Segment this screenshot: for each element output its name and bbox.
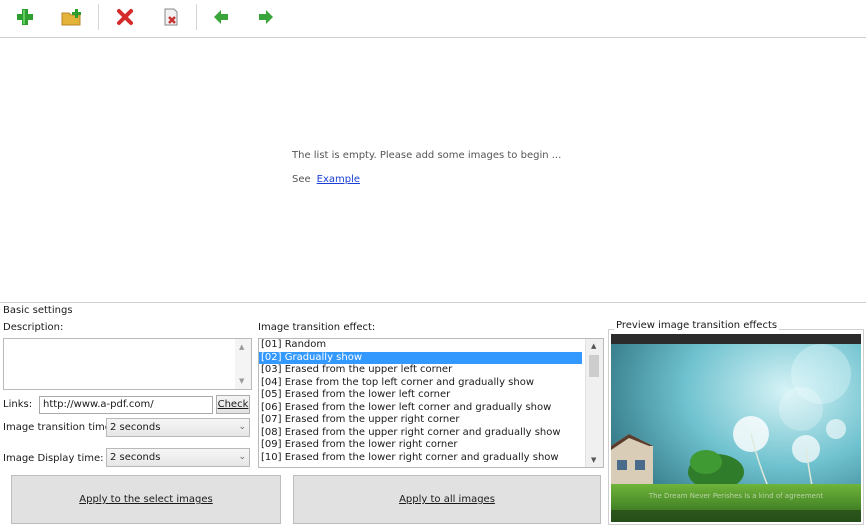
move-right-button[interactable] xyxy=(253,5,279,29)
effect-list-item[interactable]: [09] Erased from the lower right corner xyxy=(259,439,582,452)
chevron-down-icon: ⌄ xyxy=(238,452,246,462)
toolbar-separator xyxy=(196,4,197,30)
effect-list-item[interactable]: [04] Erase from the top left corner and … xyxy=(259,377,582,390)
see-example-line: See Example xyxy=(292,174,360,185)
move-right-icon xyxy=(259,10,273,24)
effect-list-item[interactable]: [06] Erased from the lower left corner a… xyxy=(259,402,582,415)
transition-effect-list[interactable]: [01] Random [02] Gradually show [03] Erase… xyxy=(258,338,604,468)
clear-list-button[interactable] xyxy=(158,5,184,29)
image-list[interactable]: The list is empty. Please add some image… xyxy=(0,38,866,300)
apply-selected-label: Apply to the select images xyxy=(79,494,213,505)
display-time-value: 2 seconds xyxy=(110,452,161,463)
move-left-button[interactable] xyxy=(208,5,234,29)
effect-list-item[interactable]: [08] Erased from the upper right corner … xyxy=(259,427,582,440)
chevron-down-icon: ⌄ xyxy=(238,422,246,432)
effect-list-item[interactable]: [07] Erased from the upper right corner xyxy=(259,414,582,427)
add-folder-button[interactable] xyxy=(59,5,85,29)
delete-icon xyxy=(117,9,133,25)
effect-list-item[interactable]: [01] Random xyxy=(259,339,582,352)
effect-list-item[interactable]: [05] Erased from the lower left corner xyxy=(259,389,582,402)
apply-all-label: Apply to all images xyxy=(399,494,495,505)
apply-selected-button[interactable]: Apply to the select images xyxy=(11,475,281,524)
toolbar-separator xyxy=(98,4,99,30)
check-button-label: Check xyxy=(217,399,249,410)
settings-divider xyxy=(0,302,866,303)
links-input[interactable]: http://www.a-pdf.com/ xyxy=(39,396,213,414)
links-label: Links: xyxy=(3,399,33,410)
basic-settings-title: Basic settings xyxy=(3,305,73,316)
transition-time-value: 2 seconds xyxy=(110,422,161,433)
preview-title: Preview image transition effects xyxy=(614,320,780,331)
add-image-button[interactable] xyxy=(12,5,38,29)
effect-list-item[interactable]: [10] Erased from the lower right corner … xyxy=(259,452,582,465)
display-time-select[interactable]: 2 seconds ⌄ xyxy=(106,448,250,467)
preview-caption: The Dream Never Perishes Is a kind of ag… xyxy=(648,492,824,500)
delete-button[interactable] xyxy=(112,5,138,29)
check-button[interactable]: Check xyxy=(216,395,250,414)
toolbar xyxy=(0,0,866,38)
transition-effect-label: Image transition effect: xyxy=(258,322,376,333)
scroll-up-icon[interactable]: ▲ xyxy=(239,343,244,351)
effect-items: [01] Random [02] Gradually show [03] Erase… xyxy=(259,339,603,464)
see-label: See xyxy=(292,174,311,185)
description-label: Description: xyxy=(3,322,64,333)
add-image-icon xyxy=(17,9,33,25)
description-scrollbar[interactable]: ▲ ▼ xyxy=(235,339,251,389)
effect-list-item[interactable]: [02] Gradually show xyxy=(259,351,582,364)
transition-time-select[interactable]: 2 seconds ⌄ xyxy=(106,418,250,437)
display-time-label: Image Display time: xyxy=(3,453,104,464)
scroll-thumb[interactable] xyxy=(589,355,599,377)
empty-list-message: The list is empty. Please add some image… xyxy=(292,150,562,161)
scroll-down-icon[interactable]: ▼ xyxy=(239,377,244,385)
scroll-up-icon[interactable]: ▲ xyxy=(591,342,596,350)
clear-list-icon xyxy=(164,8,178,26)
add-folder-icon xyxy=(61,9,81,26)
scroll-down-icon[interactable]: ▼ xyxy=(591,456,596,464)
description-textarea[interactable]: ▲ ▼ xyxy=(3,338,252,390)
effect-scrollbar[interactable]: ▲ ▼ xyxy=(585,339,603,467)
example-link[interactable]: Example xyxy=(317,174,360,185)
preview-image: The Dream Never Perishes Is a kind of ag… xyxy=(611,334,861,522)
transition-time-label: Image transition time: xyxy=(3,422,115,433)
apply-all-button[interactable]: Apply to all images xyxy=(293,475,601,524)
effect-list-item[interactable]: [03] Erased from the upper left corner xyxy=(259,364,582,377)
move-left-icon xyxy=(214,10,228,24)
